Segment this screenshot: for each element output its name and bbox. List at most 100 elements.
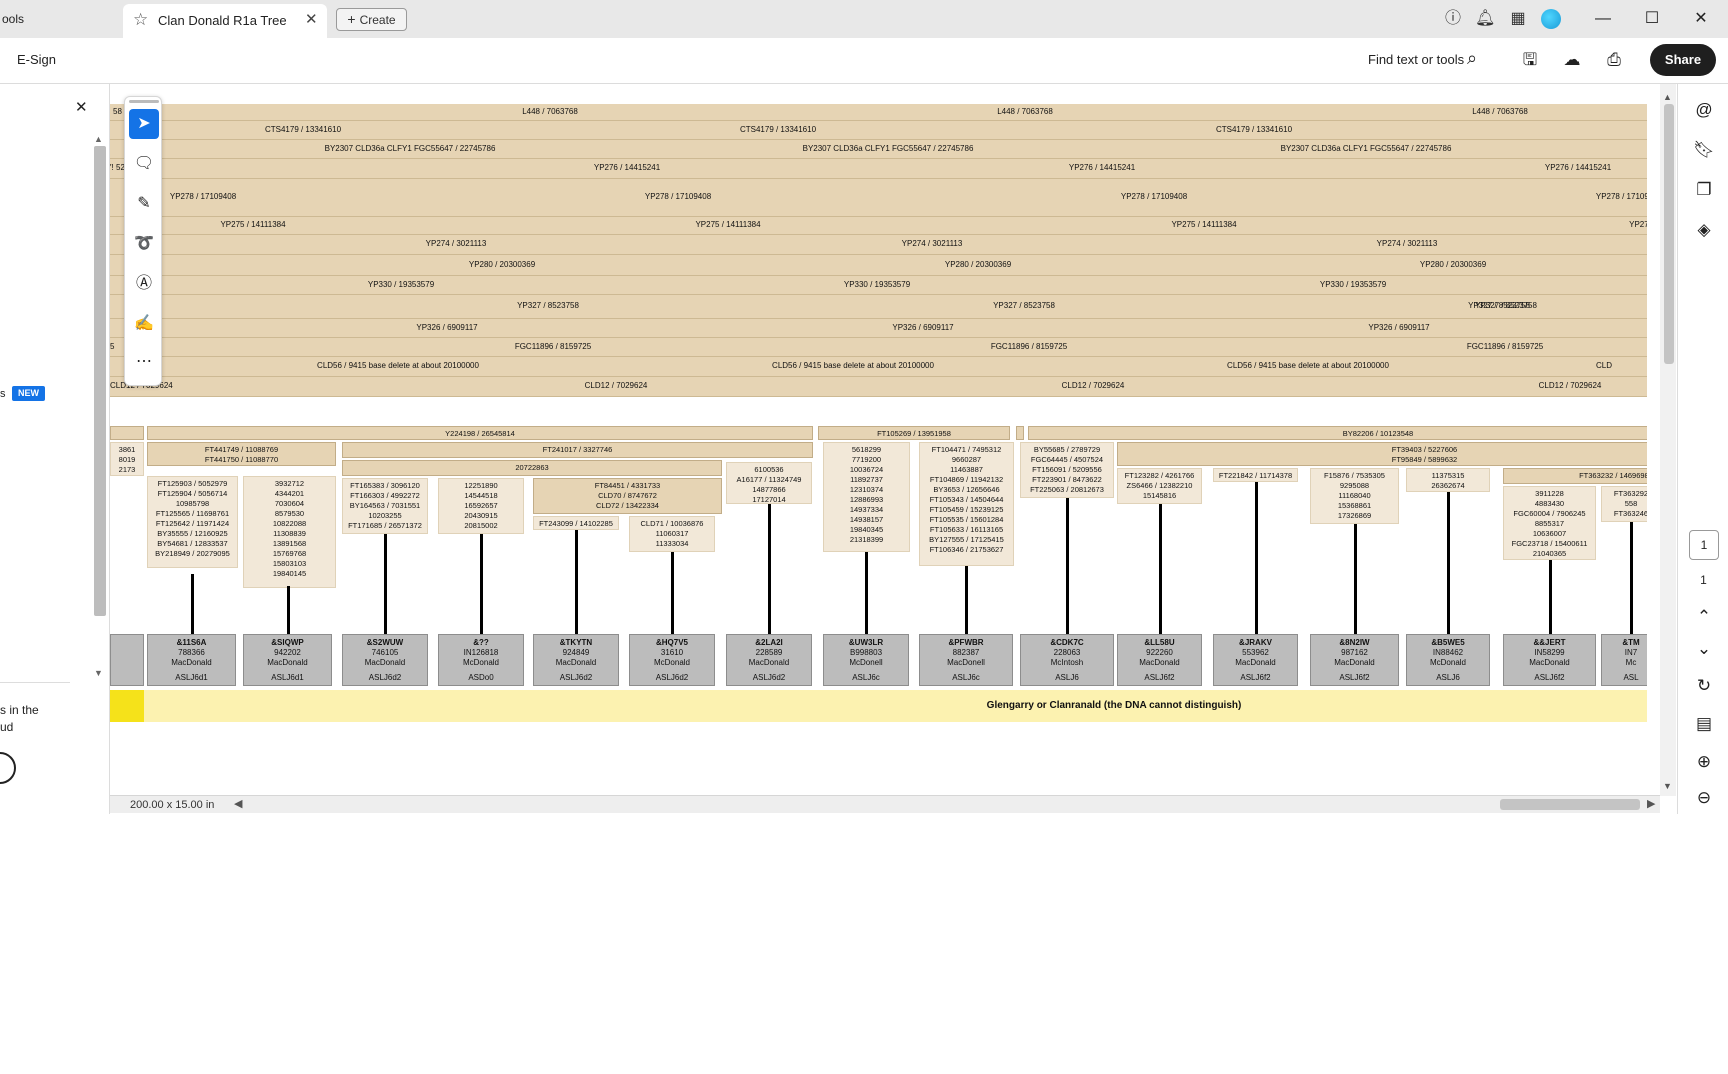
search-icon[interactable]: ⌕ bbox=[1467, 48, 1477, 69]
snp-group-label: 12251890 14544518 16592657 20430915 2081… bbox=[464, 481, 498, 530]
snp-group: 3911228 4883430 FGC60004 / 7906245 88553… bbox=[1503, 486, 1596, 560]
kit-code: IN7 bbox=[1624, 648, 1638, 657]
scroll-up-icon[interactable]: ▲ bbox=[1663, 92, 1672, 102]
text-select-tool-icon[interactable]: Ⓐ bbox=[129, 269, 159, 299]
snp-group: FT104471 / 7495312 9660287 11463887 FT10… bbox=[919, 442, 1014, 566]
snp-group-label: FT84451 / 4331733 CLD70 / 8747672 CLD72 … bbox=[594, 481, 661, 510]
rotate-icon[interactable]: ↻ bbox=[1692, 674, 1716, 698]
close-tab-icon[interactable]: ✕ bbox=[305, 10, 318, 28]
tree-band: YP278 / 17109408 YP278 / 17109408 YP278 / … bbox=[110, 179, 1647, 217]
kit-box: &TM IN7 Mc ASL bbox=[1601, 634, 1647, 686]
snp-label: YP326 / 6909117 bbox=[416, 323, 478, 332]
next-page-icon[interactable]: ⌄ bbox=[1692, 637, 1716, 661]
panel-item-fragment[interactable]: s bbox=[0, 388, 6, 400]
panel-scroll-up-icon[interactable]: ▲ bbox=[94, 134, 103, 144]
minimize-icon[interactable]: — bbox=[1588, 4, 1618, 34]
snp-group-label: 3911228 4883430 FGC60004 / 7906245 88553… bbox=[1511, 489, 1588, 558]
sign-tool-icon[interactable]: ✍ bbox=[129, 309, 159, 339]
kit-surname: MacDonald bbox=[1334, 658, 1375, 667]
pen-tool-icon[interactable]: ✎ bbox=[129, 189, 159, 219]
help-icon[interactable]: ⓘ bbox=[1443, 9, 1463, 29]
tab-tools[interactable]: ools bbox=[0, 0, 24, 38]
snp-label: YP276 / 14415241 bbox=[1068, 163, 1136, 172]
snp-label: FGC11896 / 8159725 bbox=[514, 342, 592, 351]
apps-grid-icon[interactable]: ▦ bbox=[1508, 9, 1528, 29]
snp-group-label: Y224198 / 26545814 bbox=[445, 429, 515, 438]
kit-code: IN126818 bbox=[463, 648, 499, 657]
snp-label: YP276 / 14415241 bbox=[593, 163, 661, 172]
star-icon[interactable]: ☆ bbox=[133, 10, 148, 30]
total-pages: 1 bbox=[1700, 573, 1707, 587]
kit-box: &JRAKV 553962 MacDonald ASLJ6f2 bbox=[1213, 634, 1298, 686]
snp-group-label: FT363232 / 14696986 bbox=[1579, 471, 1647, 480]
prev-page-icon[interactable]: ⌃ bbox=[1692, 605, 1716, 629]
kit-code: IN88462 bbox=[1432, 648, 1464, 657]
snp-group: FT363232 / 14696986 bbox=[1503, 468, 1647, 484]
snp-label: YP326 / 6909117 bbox=[892, 323, 954, 332]
kit-haplogroup: ASLJ6d2 bbox=[368, 673, 402, 682]
kit-surname: MacDonald bbox=[364, 658, 406, 667]
tree-stem bbox=[1354, 524, 1357, 634]
dna-tree: L448 / 7063768 L448 / 7063768 L448 / 70637… bbox=[110, 104, 1647, 724]
tab-title: Clan Donald R1a Tree bbox=[158, 13, 287, 28]
drag-handle[interactable] bbox=[129, 100, 159, 103]
print-icon[interactable]: ⎙ bbox=[1602, 48, 1626, 72]
snp-group-label: FT241017 / 3327746 bbox=[542, 445, 613, 454]
snp-group-label: FT165383 / 3096120 FT166303 / 4992272 BY… bbox=[348, 481, 422, 530]
avatar[interactable] bbox=[1541, 9, 1561, 29]
save-icon[interactable]: 🖫 bbox=[1518, 48, 1542, 72]
current-page-field[interactable]: 1 bbox=[1689, 530, 1719, 560]
comment-tool-icon[interactable]: 🗨︎ bbox=[129, 149, 159, 179]
esign-menu[interactable]: E-Sign bbox=[17, 52, 56, 67]
select-tool-icon[interactable]: ➤ bbox=[129, 109, 159, 139]
scroll-down-icon[interactable]: ▼ bbox=[1663, 781, 1672, 791]
layers-icon[interactable]: ◈ bbox=[1692, 218, 1716, 242]
find-text-button[interactable]: Find text or tools bbox=[1368, 52, 1464, 67]
kit-surname: MacDonald bbox=[748, 658, 790, 667]
snp-group: FT123282 / 4261766 ZS6466 / 12382210 151… bbox=[1117, 468, 1202, 504]
kit-code: 746105 bbox=[371, 648, 399, 657]
snp-label: CLD56 / 9415 base delete at about 201000… bbox=[772, 361, 934, 370]
page-setup-icon[interactable]: ▤ bbox=[1692, 712, 1716, 736]
kit-code: 924849 bbox=[562, 648, 590, 657]
bell-icon[interactable]: 🔔︎ bbox=[1475, 9, 1495, 29]
page-size: 200.00 x 15.00 in bbox=[130, 799, 215, 811]
panel-scroll-down-icon[interactable]: ▼ bbox=[94, 668, 103, 678]
vertical-scroll-thumb[interactable] bbox=[1664, 104, 1674, 364]
kit-surname: MacDonald bbox=[1235, 658, 1276, 667]
window-close-icon[interactable]: ✕ bbox=[1686, 4, 1716, 34]
kit-box: &UW3LR B998803 McDonell ASLJ6c bbox=[823, 634, 909, 686]
cloud-upload-icon[interactable]: ☁ bbox=[1560, 48, 1584, 72]
snp-label: YP274 / 3021113 bbox=[901, 239, 963, 248]
create-button[interactable]: + Create bbox=[336, 8, 407, 31]
bookmark-icon[interactable]: 🔖︎ bbox=[1692, 138, 1716, 162]
scroll-left-icon[interactable]: ◀ bbox=[234, 797, 242, 810]
snp-label: YP326 / 6909117 bbox=[1368, 323, 1430, 332]
snp-label: FGC11896 / 8159725 bbox=[1466, 342, 1544, 351]
scroll-right-icon[interactable]: ▶ bbox=[1647, 797, 1655, 810]
horizontal-scroll-thumb[interactable] bbox=[1500, 799, 1640, 810]
kit-box: &S2WUW 746105 MacDonald ASLJ6d2 bbox=[342, 634, 428, 686]
tab-document[interactable]: ☆ Clan Donald R1a Tree ✕ bbox=[123, 4, 327, 38]
snp-group-label: 6100536 A16177 / 11324749 14877866 17127… bbox=[736, 465, 802, 504]
tree-band: YP326 / 6909117 YP326 / 6909117 YP326 / 69… bbox=[110, 319, 1647, 338]
zoom-in-icon[interactable]: ⊕ bbox=[1692, 750, 1716, 774]
panel-circle-button[interactable] bbox=[0, 752, 16, 784]
snp-label: YP275 / 14111384 bbox=[695, 220, 761, 229]
branch-footer bbox=[110, 690, 1647, 722]
pages-icon[interactable]: ❐ bbox=[1692, 178, 1716, 202]
snp-group: FT165383 / 3096120 FT166303 / 4992272 BY… bbox=[342, 478, 428, 534]
zoom-out-icon[interactable]: ⊖ bbox=[1692, 786, 1716, 810]
share-button[interactable]: Share bbox=[1650, 44, 1716, 76]
more-tools-icon[interactable]: ⋯ bbox=[129, 347, 159, 377]
panel-scrollbar[interactable] bbox=[94, 146, 106, 616]
kit-surname: McIntosh bbox=[1050, 658, 1084, 667]
snp-label: CLD12 / 7029624 bbox=[1061, 381, 1125, 390]
lasso-tool-icon[interactable]: ➰ bbox=[129, 229, 159, 259]
kit-kit: &8N2IW bbox=[1339, 638, 1370, 647]
panel-promo-line: s in the ud bbox=[0, 703, 39, 734]
kit-surname: McDonell bbox=[849, 658, 883, 667]
maximize-icon[interactable]: ☐ bbox=[1637, 4, 1667, 34]
comments-panel-icon[interactable]: @ bbox=[1692, 98, 1716, 122]
close-panel-icon[interactable]: ✕ bbox=[75, 98, 88, 116]
